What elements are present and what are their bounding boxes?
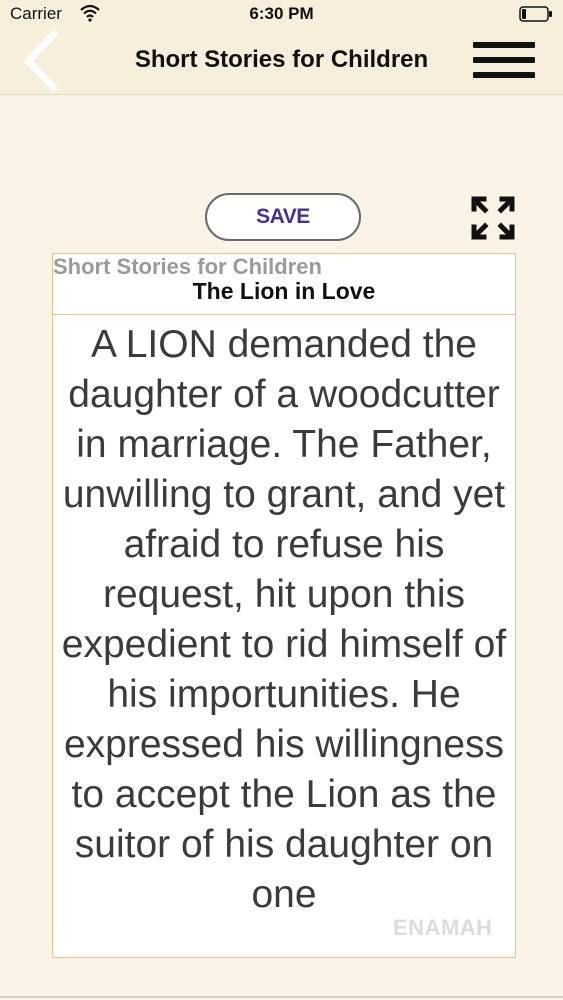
watermark-logo: ENAMAH [393, 915, 493, 940]
story-title: The Lion in Love [192, 278, 376, 304]
save-button[interactable]: SAVE [205, 193, 361, 241]
expand-arrows-icon[interactable] [470, 195, 516, 241]
bottom-divider [0, 996, 563, 998]
menu-bar-line [473, 42, 535, 48]
status-time: 6:30 PM [249, 4, 314, 23]
app-name-label: Short Stories for Children [53, 254, 322, 279]
story-header: Short Stories for Children The Lion in L… [53, 254, 515, 315]
story-card: Short Stories for Children The Lion in L… [52, 253, 516, 958]
status-bar: Carrier 6:30 PM [0, 0, 563, 28]
menu-bar-line [473, 57, 535, 63]
battery-icon [519, 6, 552, 22]
menu-bar-line [473, 72, 535, 78]
hamburger-menu-icon[interactable] [473, 40, 535, 80]
story-body-text: A LION demanded the daughter of a woodcu… [61, 323, 507, 916]
navigation-bar: Short Stories for Children [0, 28, 563, 95]
